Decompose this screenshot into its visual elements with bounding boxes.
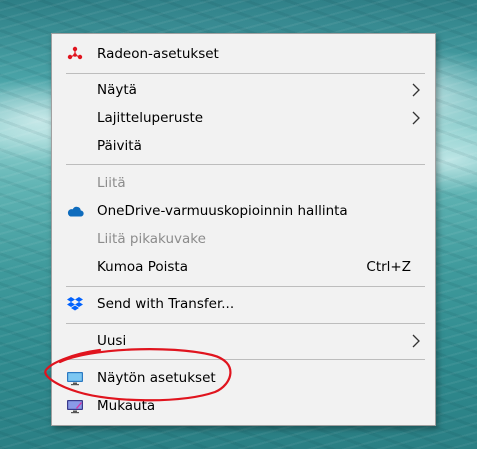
menu-separator [66,323,425,324]
onedrive-cloud-icon [67,206,84,217]
menu-item-label: Send with Transfer... [97,296,235,312]
dropbox-icon [67,297,83,311]
desktop-background[interactable]: Radeon-asetukset Näytä Lajitteluperuste … [0,0,477,449]
menu-item-label: Näytä [97,82,137,98]
context-menu: Radeon-asetukset Näytä Lajitteluperuste … [51,33,436,426]
menu-item-display-settings[interactable]: Näytön asetukset [52,364,435,392]
menu-item-send-with-transfer[interactable]: Send with Transfer... [52,290,435,318]
menu-separator [66,164,425,165]
menu-item-label: Näytön asetukset [97,370,216,386]
menu-item-sort-by[interactable]: Lajitteluperuste [52,104,435,132]
radeon-icon [67,46,83,60]
display-icon [67,372,83,386]
menu-separator [66,286,425,287]
menu-item-label: Uusi [97,333,127,349]
menu-item-personalize[interactable]: Mukauta [52,392,435,420]
personalize-icon [67,400,83,414]
menu-item-label: OneDrive-varmuuskopioinnin hallinta [97,203,348,219]
chevron-right-icon [412,334,420,348]
menu-item-label: Mukauta [97,398,156,414]
menu-item-onedrive-backup[interactable]: OneDrive-varmuuskopioinnin hallinta [52,197,435,225]
chevron-right-icon [412,83,420,97]
menu-item-label: Kumoa Poista [97,259,188,275]
menu-item-new[interactable]: Uusi [52,327,435,355]
menu-item-paste: Liitä [52,169,435,197]
menu-item-label: Liitä [97,175,126,191]
menu-item-label: Päivitä [97,138,142,154]
menu-item-radeon-settings[interactable]: Radeon-asetukset [52,40,435,68]
menu-separator [66,73,425,74]
menu-item-undo-delete[interactable]: Kumoa Poista Ctrl+Z [52,253,435,281]
menu-item-paste-shortcut: Liitä pikakuvake [52,225,435,253]
menu-item-label: Lajitteluperuste [97,110,204,126]
menu-item-label: Radeon-asetukset [97,46,219,62]
menu-item-view[interactable]: Näytä [52,76,435,104]
menu-separator [66,359,425,360]
menu-item-label: Liitä pikakuvake [97,231,206,247]
menu-item-refresh[interactable]: Päivitä [52,132,435,160]
chevron-right-icon [412,111,420,125]
shortcut-label: Ctrl+Z [366,259,411,275]
